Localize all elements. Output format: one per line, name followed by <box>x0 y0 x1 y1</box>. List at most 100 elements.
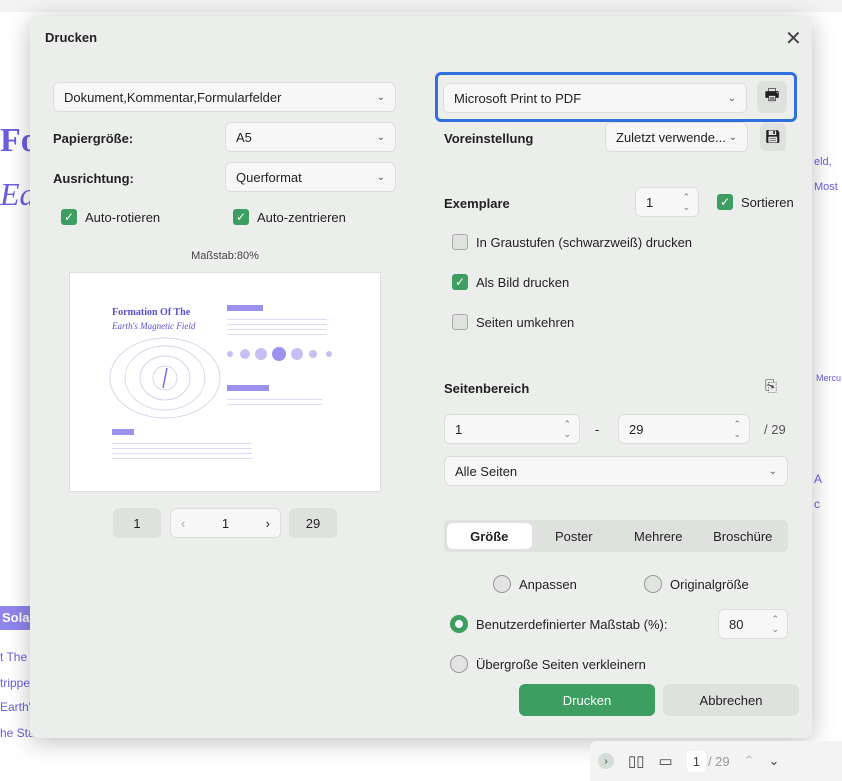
paper-size-label: Papiergröße: <box>53 131 134 146</box>
print-dialog: Drucken ✕ Dokument,Kommentar,Formularfel… <box>30 16 812 738</box>
bg-text: eld, <box>814 156 832 168</box>
bottom-toolbar: › ▯▯ ▭ 1 / 29 ⌃ ⌄ <box>590 741 842 781</box>
orientation-label: Ausrichtung: <box>53 171 134 186</box>
copies-value: 1 <box>646 194 654 210</box>
bg-text: A <box>814 472 823 486</box>
bg-text: Sola <box>0 606 32 630</box>
custom-scale-label: Benutzerdefinierter Maßstab (%): <box>476 616 668 632</box>
stepper-arrows-icon[interactable]: ⌃ ⌄ <box>771 614 779 634</box>
tab-size[interactable]: Größe <box>447 523 532 549</box>
reading-mode-icon[interactable]: ▯▯ <box>628 752 645 770</box>
chevron-down-icon: ⌄ <box>728 131 737 143</box>
chevron-down-icon: ⌄ <box>768 465 777 477</box>
printer-properties-icon[interactable]: 🖶 <box>757 81 787 113</box>
preview-text-block <box>112 439 252 463</box>
chevron-up-icon[interactable]: ⌃ <box>744 753 755 769</box>
copies-label: Exemplare <box>444 196 510 211</box>
check-icon: ✓ <box>452 274 468 290</box>
check-icon: ✓ <box>61 209 77 225</box>
auto-rotate-checkbox[interactable]: ✓ Auto-rotieren <box>61 209 160 225</box>
page-number-input[interactable]: 1 <box>686 750 706 772</box>
cancel-button[interactable]: Abbrechen <box>663 684 799 716</box>
copies-stepper[interactable]: 1 ⌃ ⌄ <box>635 187 699 217</box>
bg-text: c <box>814 497 820 511</box>
radio-icon <box>644 575 662 593</box>
fit-radio[interactable]: Anpassen <box>493 575 577 593</box>
app-top-bar <box>0 0 842 12</box>
bg-text: trippe <box>0 676 31 690</box>
printer-select[interactable]: Microsoft Print to PDF ⌄ <box>443 83 747 113</box>
auto-rotate-label: Auto-rotieren <box>85 209 161 225</box>
range-from-stepper[interactable]: 1 ⌃ ⌄ <box>444 414 580 444</box>
range-select-value: Alle Seiten <box>455 463 518 479</box>
original-size-label: Originalgröße <box>670 576 749 592</box>
stepper-arrows-icon[interactable]: ⌃ ⌄ <box>563 419 571 439</box>
tab-booklet[interactable]: Broschüre <box>701 523 786 549</box>
print-preview: Formation Of The Earth's Magnetic Field <box>69 272 381 492</box>
as-image-label: Als Bild drucken <box>476 274 570 290</box>
chevron-down-icon: ⌄ <box>376 171 385 183</box>
custom-scale-value: 80 <box>729 616 744 632</box>
check-icon: ✓ <box>233 209 249 225</box>
stepper-arrows-icon[interactable]: ⌃ ⌄ <box>733 419 741 439</box>
reverse-label: Seiten umkehren <box>476 314 575 330</box>
checkbox-empty-icon <box>452 314 468 330</box>
range-dash: - <box>595 422 600 437</box>
range-to-value: 29 <box>629 421 644 437</box>
prev-page-icon[interactable]: ‹ <box>181 516 185 531</box>
preview-tag <box>112 429 134 435</box>
next-page-icon[interactable]: › <box>266 516 270 531</box>
reverse-checkbox[interactable]: Seiten umkehren <box>452 314 574 330</box>
orientation-value: Querformat <box>236 169 302 185</box>
preview-subtitle: Earth's Magnetic Field <box>112 321 196 331</box>
sort-label: Sortieren <box>741 194 794 210</box>
auto-center-label: Auto-zentrieren <box>257 209 346 225</box>
checkbox-empty-icon <box>452 234 468 250</box>
bg-text: t The <box>0 650 28 664</box>
print-button[interactable]: Drucken <box>519 684 655 716</box>
custom-scale-radio[interactable]: Benutzerdefinierter Maßstab (%): <box>450 615 667 633</box>
content-select[interactable]: Dokument,Kommentar,Formularfelder ⌄ <box>53 82 396 112</box>
preset-label: Voreinstellung <box>444 131 534 146</box>
check-icon: ✓ <box>717 194 733 210</box>
tab-poster[interactable]: Poster <box>532 523 617 549</box>
close-icon[interactable]: ✕ <box>785 26 802 51</box>
stepper-arrows-icon[interactable]: ⌃ ⌄ <box>682 192 690 212</box>
preset-select[interactable]: Zuletzt verwende... ⌄ <box>605 122 748 152</box>
paper-size-select[interactable]: A5 ⌄ <box>225 122 396 152</box>
current-page-input[interactable]: 1 <box>222 516 229 531</box>
preview-title: Formation Of The <box>112 307 191 318</box>
last-page-button[interactable]: 29 <box>289 508 337 538</box>
radio-selected-icon <box>450 615 468 633</box>
range-from-value: 1 <box>455 421 463 437</box>
as-image-checkbox[interactable]: ✓ Als Bild drucken <box>452 274 569 290</box>
preset-value: Zuletzt verwende... <box>616 129 726 145</box>
page-range-icon[interactable]: ⎘ <box>765 378 777 395</box>
tab-multiple[interactable]: Mehrere <box>616 523 701 549</box>
auto-center-checkbox[interactable]: ✓ Auto-zentrieren <box>233 209 346 225</box>
printer-value: Microsoft Print to PDF <box>454 90 582 106</box>
magnetic-field-diagram <box>109 337 221 419</box>
scaling-tabs: Größe Poster Mehrere Broschüre <box>444 520 788 552</box>
page-range-label: Seitenbereich <box>444 381 530 396</box>
grayscale-checkbox[interactable]: In Graustufen (schwarzweiß) drucken <box>452 234 692 250</box>
shrink-label: Übergroße Seiten verkleinern <box>476 656 646 672</box>
original-size-radio[interactable]: Originalgröße <box>644 575 749 593</box>
expand-icon[interactable]: › <box>598 753 614 769</box>
radio-icon <box>450 655 468 673</box>
preview-text-block <box>227 315 327 339</box>
sort-checkbox[interactable]: ✓ Sortieren <box>717 194 794 210</box>
range-to-stepper[interactable]: 29 ⌃ ⌄ <box>618 414 750 444</box>
preview-tag <box>227 305 263 311</box>
grayscale-label: In Graustufen (schwarzweiß) drucken <box>476 234 693 250</box>
shrink-radio[interactable]: Übergroße Seiten verkleinern <box>450 655 646 673</box>
preview-tag <box>227 385 269 391</box>
chevron-down-icon[interactable]: ⌄ <box>769 753 780 769</box>
scale-label: Maßstab:80% <box>191 250 259 262</box>
custom-scale-stepper[interactable]: 80 ⌃ ⌄ <box>718 609 788 639</box>
orientation-select[interactable]: Querformat ⌄ <box>225 162 396 192</box>
range-select[interactable]: Alle Seiten ⌄ <box>444 456 788 486</box>
save-preset-icon[interactable]: 💾︎ <box>760 123 786 151</box>
presentation-icon[interactable]: ▭ <box>659 752 673 770</box>
first-page-button[interactable]: 1 <box>113 508 161 538</box>
